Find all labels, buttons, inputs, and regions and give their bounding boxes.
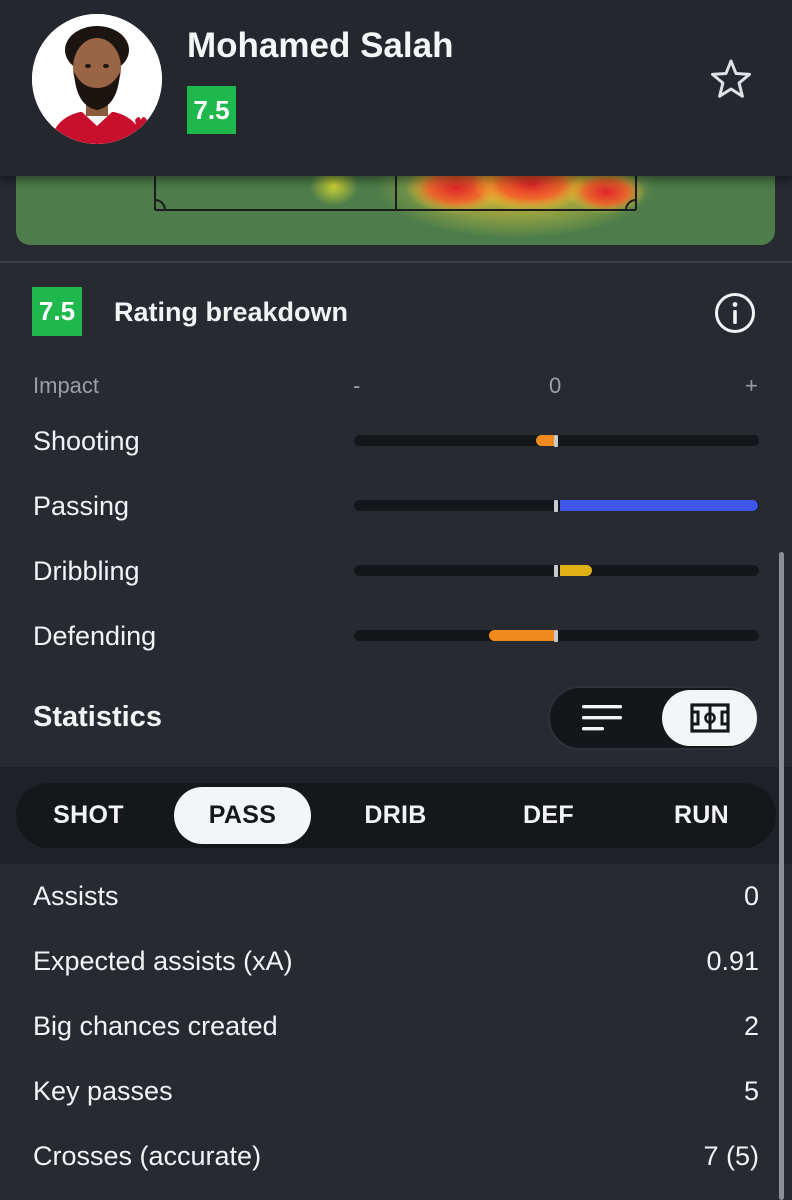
impact-fill-dribbling	[560, 565, 593, 576]
stat-label-key-passes: Key passes	[33, 1076, 173, 1106]
statistics-title: Statistics	[33, 701, 162, 733]
rating-info-button[interactable]	[713, 291, 757, 335]
impact-row-label-defending: Defending	[33, 621, 157, 651]
impact-zero-marker	[554, 435, 558, 447]
favorite-button[interactable]	[708, 56, 754, 102]
impact-row-label-passing: Passing	[33, 491, 130, 521]
crest-text: LFC	[133, 135, 148, 144]
stat-value-crosses: 7 (5)	[703, 1141, 759, 1171]
stat-category-tabs: SHOT PASS DRIB DEF RUN	[16, 783, 776, 848]
impact-scale-minus: -	[353, 373, 361, 398]
player-name: Mohamed Salah	[187, 26, 454, 65]
info-circle-icon	[715, 293, 755, 333]
scrollbar[interactable]	[779, 552, 784, 1200]
pitch-view-button[interactable]	[662, 690, 757, 746]
rating-breakdown-title: Rating breakdown	[114, 297, 349, 327]
player-avatar[interactable]: LFC	[32, 14, 162, 144]
impact-zero-marker	[554, 630, 558, 642]
list-view-button[interactable]	[568, 692, 636, 744]
impact-fill-shooting	[535, 435, 554, 446]
stat-value-key-passes: 5	[743, 1076, 759, 1106]
stat-label-big-chances-created: Big chances created	[33, 1011, 278, 1041]
impact-scale-plus: +	[745, 373, 758, 398]
star-outline-icon	[711, 59, 751, 98]
stat-value-assists: 0	[743, 881, 759, 911]
pitch-icon	[689, 703, 730, 733]
tab-drib[interactable]: DRIB	[327, 787, 464, 844]
stat-label-assists: Assists	[33, 881, 119, 911]
breakdown-rating-badge: 7.5	[32, 287, 82, 336]
player-header: LFC Mohamed Salah 7.5	[0, 0, 792, 176]
impact-label: Impact	[33, 373, 100, 398]
impact-zero-marker	[554, 565, 558, 577]
impact-fill-passing	[560, 500, 758, 511]
tab-def[interactable]: DEF	[480, 787, 617, 844]
impact-fill-defending	[489, 630, 554, 641]
stat-label-crosses: Crosses (accurate)	[33, 1141, 262, 1171]
player-photo: LFC	[32, 14, 162, 144]
stat-value-big-chances-created: 2	[743, 1011, 759, 1041]
player-rating-badge: 7.5	[187, 86, 236, 134]
tab-run[interactable]: RUN	[633, 787, 770, 844]
stat-value-expected-assists: 0.91	[706, 946, 759, 976]
impact-row-label-shooting: Shooting	[33, 426, 140, 456]
tab-shot[interactable]: SHOT	[20, 787, 157, 844]
statistics-view-toggle	[548, 686, 759, 750]
impact-zero-marker	[554, 500, 558, 512]
impact-scale-zero: 0	[549, 373, 562, 398]
impact-row-label-dribbling: Dribbling	[33, 556, 140, 586]
list-lines-icon	[582, 705, 622, 731]
section-divider	[0, 261, 792, 263]
tab-pass[interactable]: PASS	[174, 787, 311, 844]
stat-label-expected-assists: Expected assists (xA)	[33, 946, 293, 976]
